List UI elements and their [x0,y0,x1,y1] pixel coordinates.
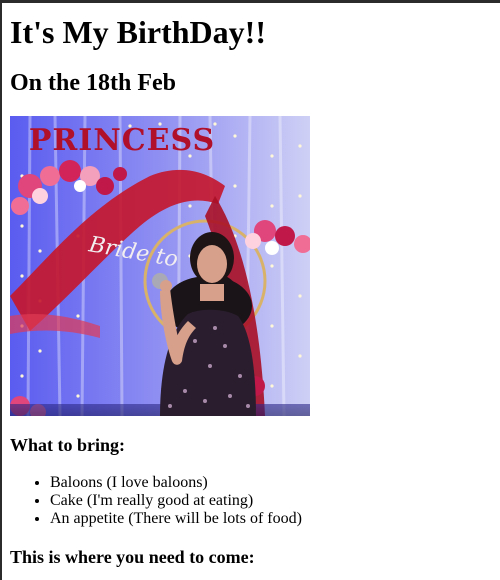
birthday-photo: PRINCESS Bride to [10,116,310,416]
list-item: Cake (I'm really good at eating) [50,492,495,510]
location-heading: This is where you need to come: [10,547,255,567]
window-left-border [0,0,2,580]
page-title: It's My BirthDay!! [10,14,266,50]
list-item: An appetite (There will be lots of food) [50,510,495,528]
photo-banner-text: PRINCESS [29,123,215,158]
bring-list: Baloons (I love baloons) Cake (I'm reall… [10,474,495,528]
page-content: It's My BirthDay!! On the 18th Feb PRINC… [10,0,495,568]
what-to-bring-heading: What to bring: [10,435,126,455]
event-date-heading: On the 18th Feb [10,70,177,96]
list-item: Baloons (I love baloons) [50,474,495,492]
